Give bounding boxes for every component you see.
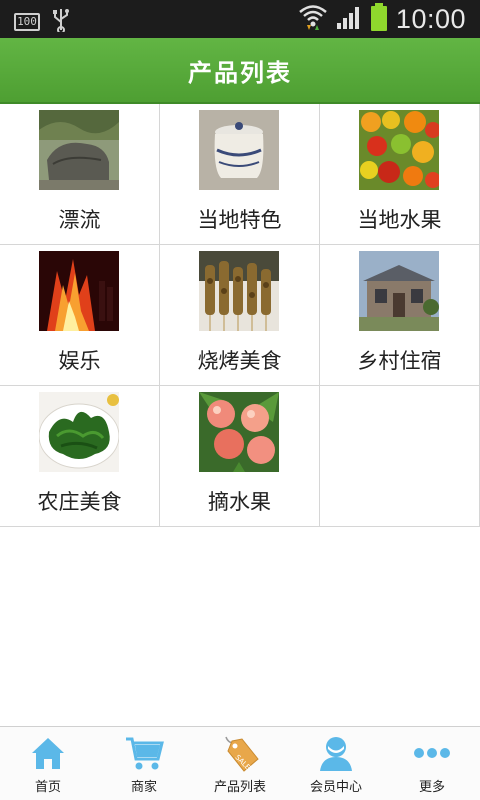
peaches-photo (199, 392, 279, 472)
nav-more[interactable]: 更多 (384, 727, 480, 800)
bonfire-night-photo (39, 251, 119, 331)
product-label: 烧烤美食 (197, 349, 282, 373)
product-item-fruit-picking[interactable]: 摘水果 (160, 386, 320, 527)
product-grid: 漂流 当地特色 当地水果 娱乐 烧烤美食 乡村住宿 农庄美食 摘水果 (0, 104, 480, 527)
more-icon (412, 733, 452, 773)
ceramic-jar-photo (199, 110, 279, 190)
page-title: 产品列表 (188, 58, 292, 87)
bottom-nav: 首页 商家 SALE 产品列表 会员中心 更多 (0, 726, 480, 800)
product-item-country-lodging[interactable]: 乡村住宿 (320, 245, 480, 386)
nav-label: 会员中心 (309, 780, 362, 795)
product-item-local-specialty[interactable]: 当地特色 (160, 104, 320, 245)
title-bar: 产品列表 (0, 38, 480, 104)
usb-icon (52, 8, 70, 36)
product-label: 乡村住宿 (357, 349, 442, 373)
cart-icon (124, 733, 164, 773)
tag-icon: SALE (220, 733, 260, 773)
signal-icon (336, 4, 362, 34)
product-label: 漂流 (58, 208, 101, 232)
bbq-skewers-photo (199, 251, 279, 331)
nav-label: 更多 (418, 780, 445, 795)
battery-icon (370, 2, 388, 36)
product-label: 娱乐 (58, 349, 101, 373)
user-icon (316, 733, 356, 773)
nav-merchants[interactable]: 商家 (96, 727, 192, 800)
product-item-rafting[interactable]: 漂流 (0, 104, 160, 245)
nav-member-center[interactable]: 会员中心 (288, 727, 384, 800)
clock: 10:00 (395, 3, 466, 34)
empty-cell (320, 386, 480, 527)
product-label: 当地水果 (357, 208, 442, 232)
product-item-farm-food[interactable]: 农庄美食 (0, 386, 160, 527)
fruit-pile-photo (359, 110, 439, 190)
nav-label: 产品列表 (213, 780, 266, 795)
battery-level-indicator: 100 (14, 13, 40, 31)
nav-label: 首页 (34, 780, 61, 795)
product-label: 摘水果 (208, 490, 271, 514)
nav-home[interactable]: 首页 (0, 727, 96, 800)
rocks-river-photo (39, 110, 119, 190)
product-label: 当地特色 (197, 208, 282, 232)
wifi-icon (298, 3, 328, 35)
status-left: 100 (14, 8, 70, 36)
product-item-local-fruit[interactable]: 当地水果 (320, 104, 480, 245)
home-icon (28, 733, 68, 773)
product-item-bbq[interactable]: 烧烤美食 (160, 245, 320, 386)
product-label: 农庄美食 (37, 490, 122, 514)
product-item-entertainment[interactable]: 娱乐 (0, 245, 160, 386)
status-right: 10:00 (298, 2, 466, 36)
nav-label: 商家 (130, 780, 157, 795)
greens-dish-photo (39, 392, 119, 472)
status-bar: 100 10:00 (0, 0, 480, 38)
nav-product-list[interactable]: SALE 产品列表 (192, 727, 288, 800)
country-house-photo (359, 251, 439, 331)
